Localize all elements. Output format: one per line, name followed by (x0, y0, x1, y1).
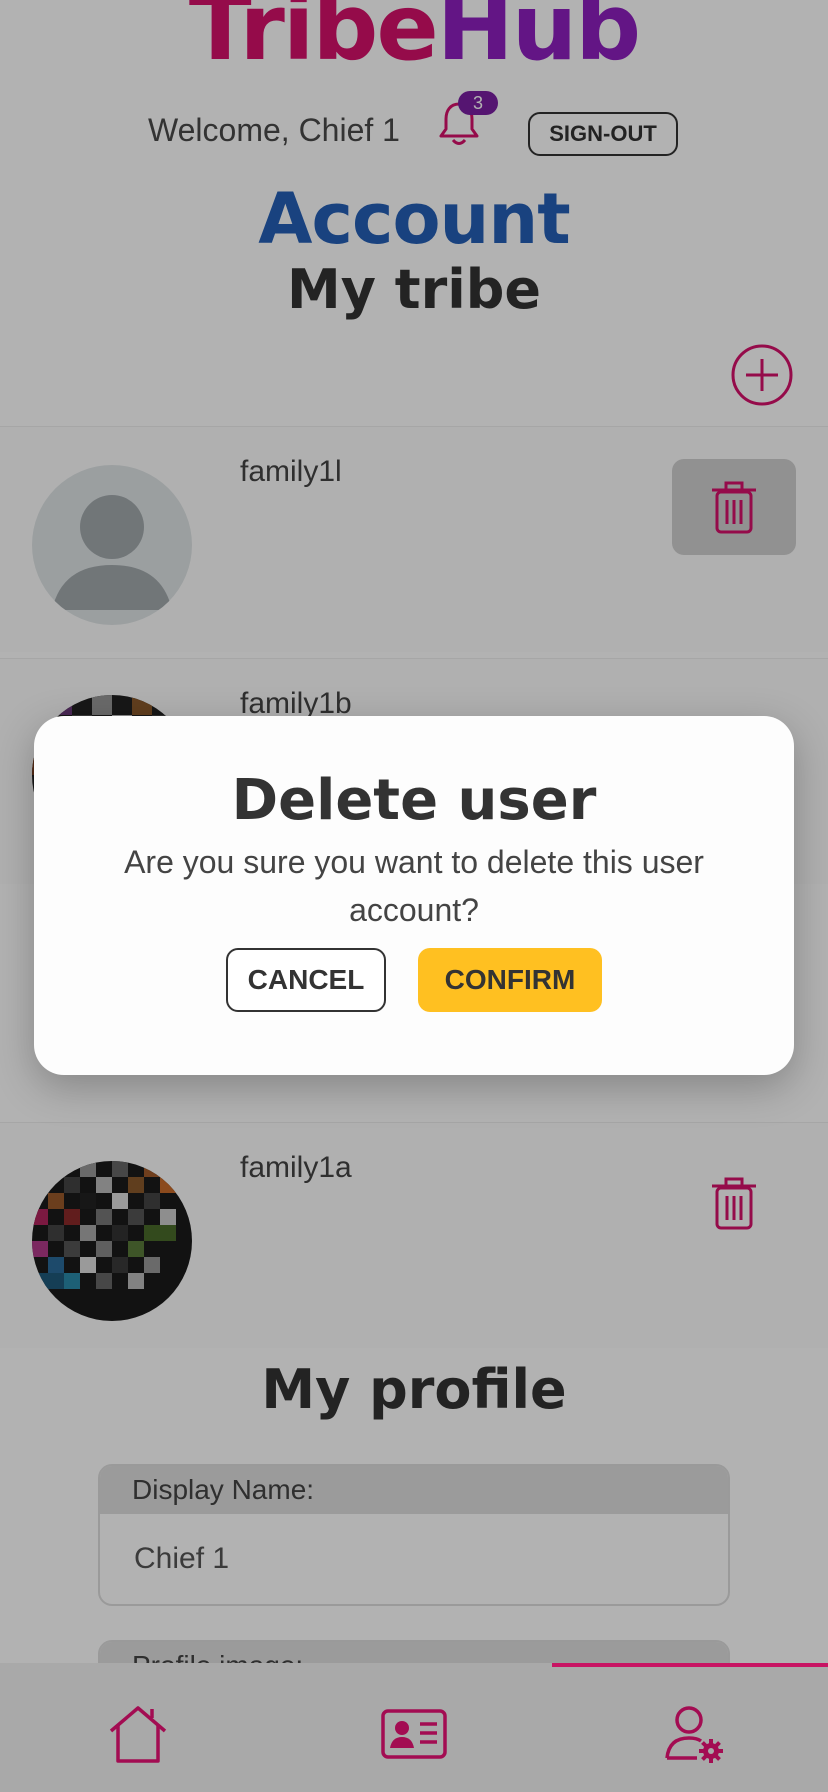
dialog-message: Are you sure you want to delete this use… (124, 844, 704, 928)
home-icon (109, 1706, 167, 1763)
account-page: TribeHub Welcome, Chief 1 3 SIGN-OUT Acc… (0, 0, 828, 1792)
cancel-button[interactable]: CANCEL (226, 948, 386, 1012)
active-tab-indicator (552, 1663, 828, 1667)
nav-account-settings[interactable] (654, 1699, 734, 1769)
dialog-title: Delete user (231, 768, 597, 833)
user-settings-icon (665, 1706, 723, 1763)
profile-card-icon (381, 1709, 447, 1759)
delete-user-dialog: Delete user Are you sure you want to del… (34, 716, 794, 1075)
nav-profile-card[interactable] (374, 1699, 454, 1769)
confirm-button[interactable]: CONFIRM (418, 948, 602, 1012)
bottom-nav-bar (0, 1663, 828, 1792)
nav-home[interactable] (98, 1699, 178, 1769)
